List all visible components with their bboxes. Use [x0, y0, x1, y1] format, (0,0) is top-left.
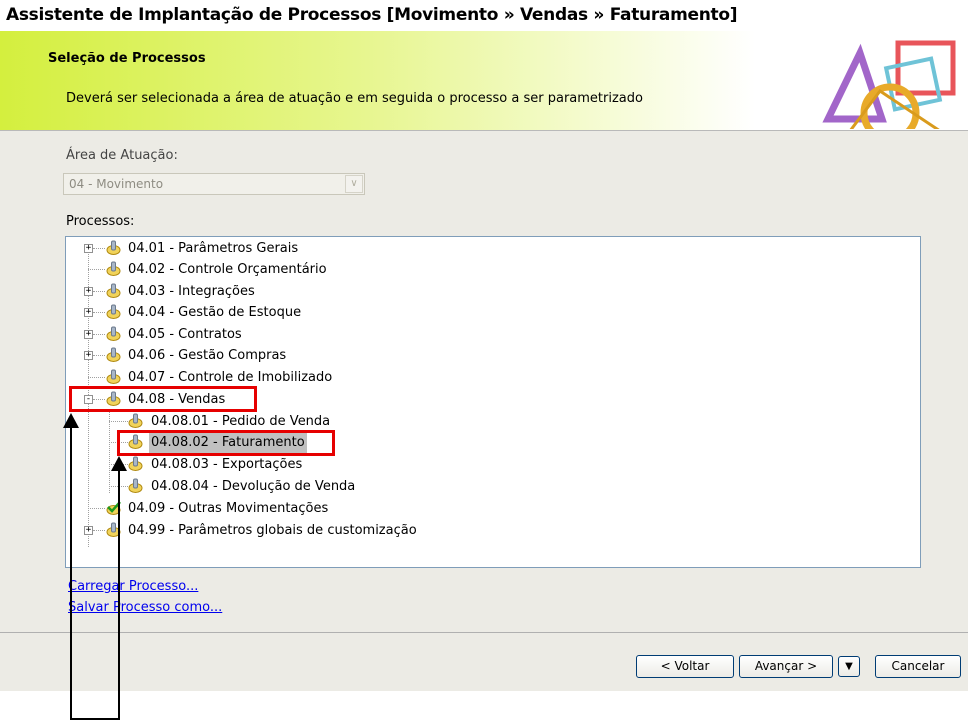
save-process-link[interactable]: Salvar Processo como...	[68, 600, 222, 615]
tree-item-label: 04.08.01 - Pedido de Venda	[151, 414, 331, 429]
tree-item[interactable]: + 04.03 - Integrações	[66, 281, 866, 302]
folder-hand-icon	[128, 413, 143, 428]
tree-item[interactable]: 04.08.01 - Pedido de Venda	[66, 411, 866, 432]
expand-icon[interactable]: +	[84, 330, 93, 339]
chevron-down-icon[interactable]: ▼	[838, 656, 860, 677]
tree-item[interactable]: 04.08.04 - Devolução de Venda	[66, 476, 866, 497]
tree-item-label: 04.03 - Integrações	[128, 284, 255, 299]
folder-hand-icon	[106, 261, 121, 276]
folder-hand-icon	[106, 304, 121, 319]
tree-item[interactable]: 04.08.03 - Exportações	[66, 454, 866, 475]
tree-item[interactable]: + 04.01 - Parâmetros Gerais	[66, 238, 866, 259]
abstract-shapes-logo-icon	[822, 40, 956, 129]
expand-icon[interactable]: +	[84, 287, 93, 296]
folder-hand-icon	[106, 283, 121, 298]
annotation-line	[118, 468, 120, 720]
cancel-button[interactable]: Cancelar	[875, 655, 961, 678]
tree-item-label: 04.06 - Gestão Compras	[128, 348, 287, 363]
tree-item[interactable]: 04.07 - Controle de Imobilizado	[66, 367, 866, 388]
tree-item-label: 04.01 - Parâmetros Gerais	[128, 241, 299, 256]
expand-icon[interactable]: +	[84, 244, 93, 253]
tree-item[interactable]: + 04.06 - Gestão Compras	[66, 345, 866, 366]
annotation-line	[70, 718, 120, 720]
folder-hand-icon	[106, 326, 121, 341]
back-button[interactable]: < Voltar	[636, 655, 734, 678]
load-process-link[interactable]: Carregar Processo...	[68, 579, 198, 594]
arrow-up-icon	[111, 456, 127, 471]
folder-hand-icon	[106, 240, 121, 255]
window-title: Assistente de Implantação de Processos […	[0, 0, 968, 31]
expand-icon[interactable]: +	[84, 308, 93, 317]
expand-icon[interactable]: +	[84, 526, 93, 535]
tree-item-label: 04.08.04 - Devolução de Venda	[151, 479, 356, 494]
chevron-down-icon[interactable]: ∨	[345, 175, 363, 193]
tree-item[interactable]: + 04.05 - Contratos	[66, 324, 866, 345]
expand-icon[interactable]: +	[84, 351, 93, 360]
highlight-vendas	[69, 386, 257, 412]
folder-hand-icon	[128, 456, 143, 471]
tree-item-label: 04.08.03 - Exportações	[151, 457, 303, 472]
processes-label: Processos:	[66, 214, 135, 229]
area-label: Área de Atuação:	[66, 148, 178, 163]
tree-item-label: 04.05 - Contratos	[128, 327, 242, 342]
annotation-line	[70, 425, 72, 720]
wizard-header: Seleção de Processos Deverá ser selecion…	[0, 31, 968, 131]
header-title: Seleção de Processos	[48, 51, 206, 66]
tree-item[interactable]: 04.09 - Outras Movimentações	[66, 498, 866, 519]
tree-item-label: 04.09 - Outras Movimentações	[128, 501, 329, 516]
arrow-up-icon	[63, 413, 79, 428]
tree-item[interactable]: + 04.04 - Gestão de Estoque	[66, 302, 866, 323]
folder-hand-icon	[106, 347, 121, 362]
divider	[0, 632, 968, 633]
tree-item[interactable]: 04.02 - Controle Orçamentário	[66, 259, 866, 280]
next-button[interactable]: Avançar >	[739, 655, 833, 678]
header-description: Deverá ser selecionada a área de atuação…	[66, 91, 643, 106]
area-select[interactable]: 04 - Movimento ∨	[63, 173, 365, 195]
folder-hand-icon	[106, 369, 121, 384]
tree-item[interactable]: + 04.99 - Parâmetros globais de customiz…	[66, 520, 866, 541]
tree-item-label: 04.07 - Controle de Imobilizado	[128, 370, 333, 385]
tree-item-label: 04.04 - Gestão de Estoque	[128, 305, 302, 320]
highlight-faturamento	[117, 430, 335, 456]
area-select-value: 04 - Movimento	[69, 177, 164, 191]
folder-hand-icon	[128, 478, 143, 493]
tree-item-label: 04.99 - Parâmetros globais de customizaç…	[128, 523, 417, 538]
tree-item-label: 04.02 - Controle Orçamentário	[128, 262, 327, 277]
